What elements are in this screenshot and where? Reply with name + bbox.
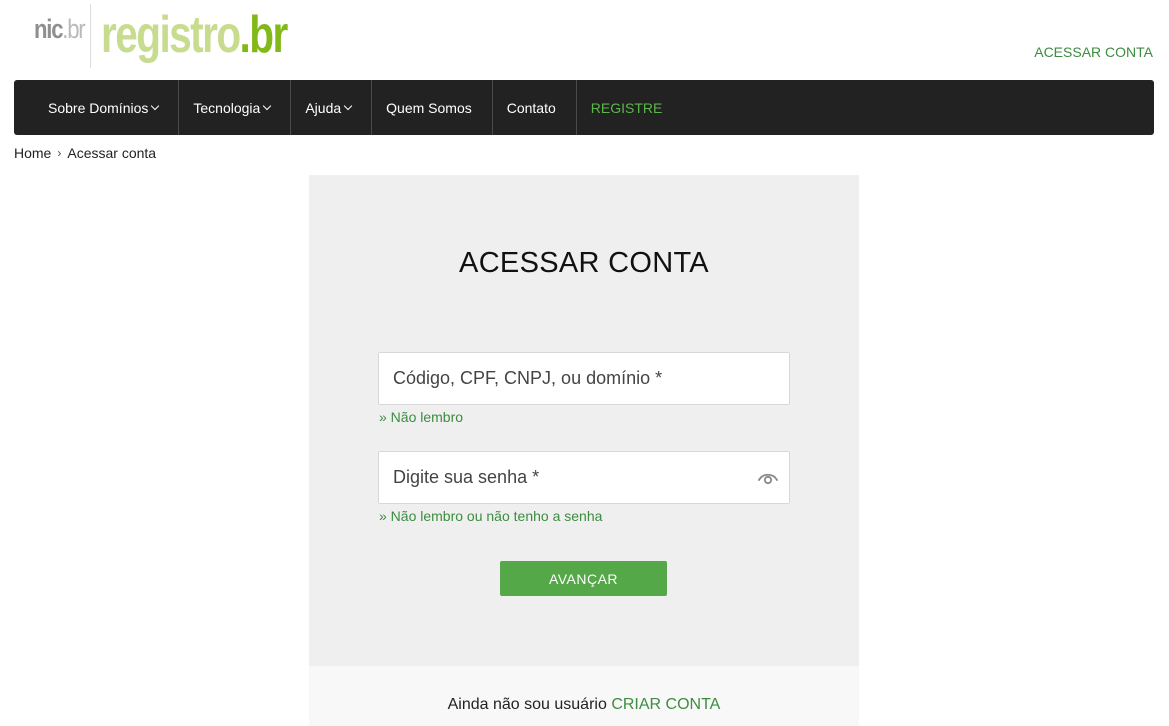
signup-text: Ainda não sou usuário (447, 696, 607, 713)
nav-item-quem-somos[interactable]: Quem Somos (372, 80, 493, 135)
main-nav: Sobre Domínios Tecnologia Ajuda Quem Som… (14, 80, 1154, 135)
breadcrumb-separator: › (57, 146, 62, 160)
page-title: ACESSAR CONTA (459, 247, 709, 279)
nav-item-label: REGISTRE (590, 99, 663, 116)
nav-item-label: Sobre Domínios (48, 99, 149, 116)
user-input[interactable] (379, 353, 789, 404)
breadcrumb: Home › Acessar conta (14, 145, 156, 161)
nav-item-label: Contato (506, 99, 556, 116)
header-login-link[interactable]: ACESSAR CONTA (1034, 44, 1153, 60)
logo-divider (90, 4, 91, 68)
chevron-down-icon (263, 101, 272, 111)
signup-strip: Ainda não sou usuário CRIAR CONTA (309, 666, 859, 726)
registro-br-logo: registro.br (101, 4, 289, 66)
logo-registro-br-text: .br (239, 6, 289, 64)
breadcrumb-home[interactable]: Home (14, 145, 51, 161)
password-input[interactable] (379, 452, 789, 503)
chevron-down-icon (343, 101, 353, 111)
header: nic.br registro.br ACESSAR CONTA (0, 0, 1169, 80)
submit-button[interactable]: AVANÇAR (500, 561, 667, 596)
nav-item-sobre-dominios[interactable]: Sobre Domínios (34, 80, 180, 135)
nav-item-registre[interactable]: REGISTRE (577, 80, 683, 135)
eye-icon[interactable] (757, 468, 779, 488)
logo-nic-text: nic (34, 14, 64, 44)
breadcrumb-current: Acessar conta (67, 145, 157, 161)
nic-br-registro-logo[interactable]: nic.br registro.br (34, 4, 339, 70)
nav-item-label: Tecnologia (193, 99, 261, 116)
chevron-down-icon (151, 101, 160, 111)
forgot-user-link[interactable]: » Não lembro (379, 409, 463, 425)
user-field-wrapper (378, 352, 790, 405)
nav-item-contato[interactable]: Contato (493, 80, 577, 135)
nav-item-label: Quem Somos (386, 99, 472, 116)
logo-registro-text: registro (101, 6, 241, 64)
nav-item-label: Ajuda (305, 99, 342, 116)
create-account-link[interactable]: CRIAR CONTA (611, 696, 720, 713)
forgot-password-link[interactable]: » Não lembro ou não tenho a senha (379, 508, 602, 524)
login-card: ACESSAR CONTA » Não lembro » Não lembro … (309, 175, 859, 666)
password-field-wrapper (378, 451, 790, 504)
nav-item-tecnologia[interactable]: Tecnologia (179, 80, 292, 135)
nav-item-ajuda[interactable]: Ajuda (291, 80, 373, 135)
nic-br-logo: nic.br (34, 14, 86, 45)
logo-nic-br-text: .br (62, 14, 85, 44)
